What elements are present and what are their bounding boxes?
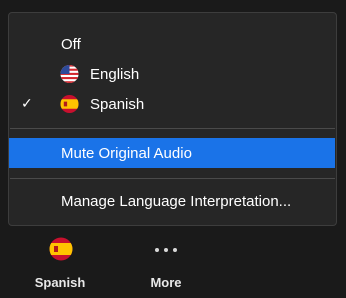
menu-item-english[interactable]: English <box>9 60 336 88</box>
menu-divider <box>10 128 335 129</box>
spain-flag-icon <box>60 94 79 114</box>
language-interpretation-menu: Off English ✓ Spanish Mute Original Audi… <box>8 12 337 226</box>
more-label: More <box>150 275 182 290</box>
menu-item-label: Spanish <box>90 95 145 113</box>
menu-item-spanish[interactable]: ✓ Spanish <box>9 90 336 118</box>
menu-item-label: Manage Language Interpretation... <box>61 192 292 210</box>
checkmark-icon: ✓ <box>21 95 33 112</box>
menu-item-label: Off <box>61 35 81 53</box>
manage-language-interpretation-item[interactable]: Manage Language Interpretation... <box>9 187 336 215</box>
interpretation-label: Spanish <box>34 275 86 290</box>
us-flag-icon <box>60 64 79 84</box>
menu-item-off[interactable]: Off <box>9 30 336 58</box>
meeting-toolbar: Spanish More <box>0 231 346 298</box>
menu-item-label: Mute Original Audio <box>61 144 192 162</box>
spain-flag-icon <box>49 237 73 261</box>
menu-item-label: English <box>90 65 140 83</box>
interpretation-button[interactable]: Spanish <box>25 231 95 298</box>
more-button[interactable]: More <box>131 231 201 298</box>
menu-divider <box>10 178 335 179</box>
more-dots-icon <box>155 248 177 252</box>
mute-original-audio-item[interactable]: Mute Original Audio <box>9 138 335 168</box>
